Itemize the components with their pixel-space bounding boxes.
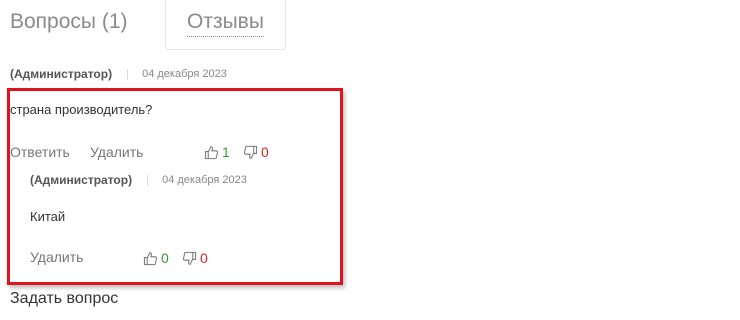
question-like-button[interactable]: 1 (204, 144, 230, 160)
reply-button[interactable]: Ответить (10, 144, 70, 160)
tab-reviews[interactable]: Отзывы (165, 0, 286, 50)
question-date: 04 декабря 2023 (142, 68, 227, 80)
thumbs-down-icon (243, 145, 258, 160)
question-author: (Администратор) (10, 67, 113, 81)
answer-meta: (Администратор) 04 декабря 2023 (30, 173, 247, 187)
question-like-count: 1 (222, 144, 230, 160)
answer-text: Китай (30, 209, 66, 224)
meta-divider (127, 68, 129, 80)
thumbs-up-icon (143, 251, 158, 266)
delete-question-button[interactable]: Удалить (90, 144, 143, 160)
question-dislike-button[interactable]: 0 (243, 144, 269, 160)
answer-dislike-count: 0 (200, 250, 208, 266)
answer-like-count: 0 (161, 250, 169, 266)
question-dislike-count: 0 (261, 144, 269, 160)
question-meta: (Администратор) 04 декабря 2023 (10, 67, 227, 81)
answer-dislike-button[interactable]: 0 (182, 250, 208, 266)
tab-reviews-label: Отзывы (187, 8, 264, 37)
thumbs-up-icon (204, 145, 219, 160)
thumbs-down-icon (182, 251, 197, 266)
answer-author: (Администратор) (30, 173, 133, 187)
meta-divider (147, 174, 149, 186)
answer-date: 04 декабря 2023 (162, 174, 247, 186)
delete-answer-button[interactable]: Удалить (30, 249, 83, 265)
tab-questions[interactable]: Вопросы (1) (10, 8, 128, 36)
answer-like-button[interactable]: 0 (143, 250, 169, 266)
question-text: страна производитель? (10, 102, 153, 117)
ask-question-button[interactable]: Задать вопрос (10, 290, 118, 308)
